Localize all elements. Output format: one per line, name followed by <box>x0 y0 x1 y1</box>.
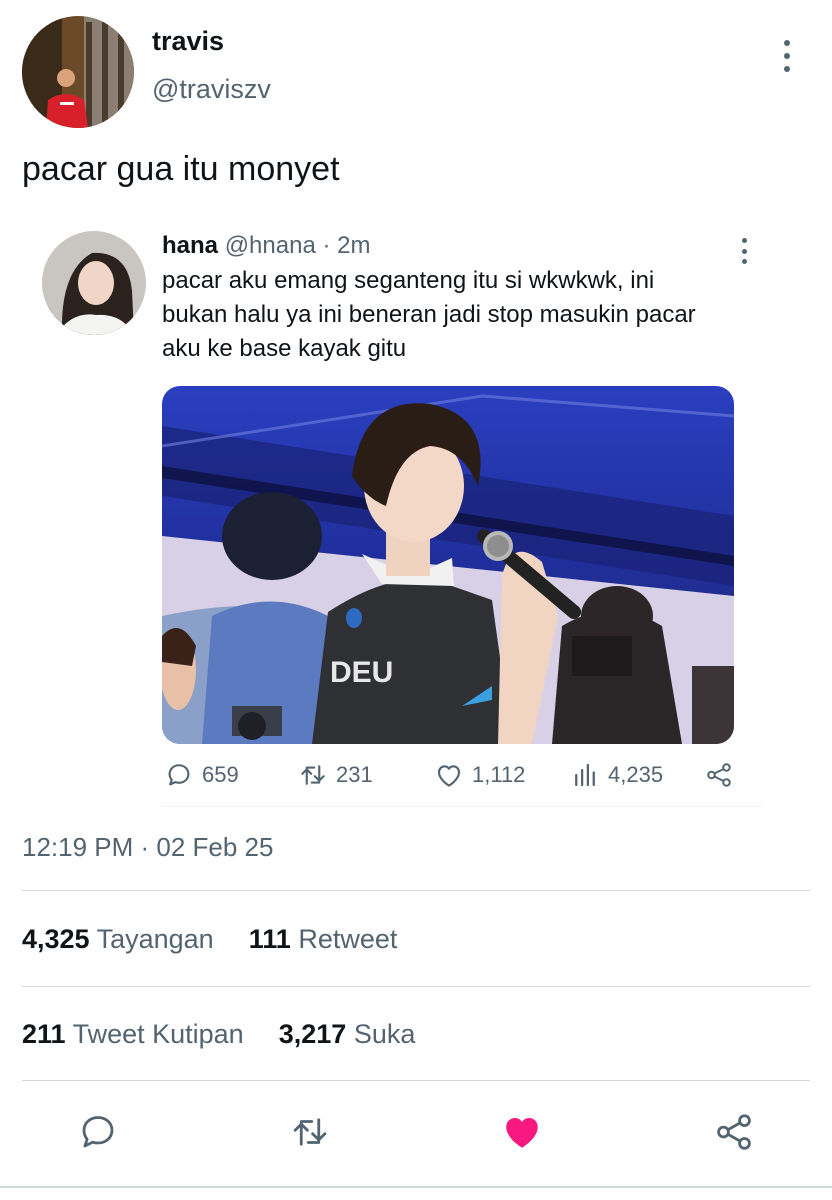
quoted-action-bar: 659 231 1,112 4,235 <box>162 760 752 794</box>
quoted-reply-count: 659 <box>202 762 239 787</box>
reply-button[interactable] <box>74 1108 122 1156</box>
quoted-handle-time[interactable]: @hnana · 2m <box>225 232 371 259</box>
author-display-name[interactable]: travis <box>152 26 224 57</box>
views-stat[interactable]: 4,325 Tayangan <box>22 924 214 954</box>
retweet-button[interactable] <box>286 1108 334 1156</box>
quoted-views-button[interactable]: 4,235 <box>570 760 663 790</box>
retweets-stat[interactable]: 111 Retweet <box>249 924 398 954</box>
quotes-count: 211 <box>22 1019 66 1049</box>
divider <box>22 890 810 891</box>
share-icon <box>717 1114 751 1150</box>
quoted-media-image[interactable]: DEU <box>162 386 734 744</box>
quoted-text-line: pacar aku emang seganteng itu si wkwkwk,… <box>162 267 655 294</box>
quoted-like-count: 1,112 <box>472 762 526 787</box>
quoted-divider <box>162 806 762 807</box>
quoted-tweet[interactable]: hana @hnana · 2m pacar aku emang segante… <box>42 226 762 808</box>
stats-row-1: 4,325 Tayangan 111 Retweet <box>22 924 397 955</box>
quoted-header: hana @hnana · 2m <box>162 232 370 260</box>
share-button[interactable] <box>710 1108 758 1156</box>
tweet-header: travis @traviszv <box>0 0 832 140</box>
reply-icon <box>168 764 190 786</box>
author-handle[interactable]: @traviszv <box>152 74 271 105</box>
quoted-retweet-count: 231 <box>336 762 373 787</box>
like-button[interactable] <box>498 1108 546 1156</box>
quoted-views-count: 4,235 <box>608 762 664 787</box>
quoted-share-button[interactable] <box>704 760 734 790</box>
tweet-timestamp[interactable]: 12:19 PM · 02 Feb 25 <box>22 832 273 863</box>
more-vertical-icon[interactable] <box>732 236 756 266</box>
quoted-retweet-button[interactable]: 231 <box>298 760 373 790</box>
share-icon <box>707 763 731 787</box>
likes-stat[interactable]: 3,217 Suka <box>279 1019 416 1049</box>
retweet-icon <box>301 765 325 785</box>
retweets-label: Retweet <box>298 924 398 954</box>
likes-count: 3,217 <box>278 1019 347 1049</box>
views-label: Tayangan <box>96 924 214 954</box>
quoted-like-button[interactable]: 1,112 <box>434 760 525 790</box>
reply-icon <box>82 1116 114 1148</box>
stats-row-2: 211 Tweet Kutipan 3,217 Suka <box>22 1019 415 1050</box>
quoted-text-line: bukan halu ya ini beneran jadi stop masu… <box>162 301 696 328</box>
heart-icon <box>506 1118 538 1148</box>
divider <box>22 1080 810 1081</box>
tweet-action-bar <box>0 1108 832 1158</box>
quoted-author-avatar[interactable] <box>42 231 146 335</box>
quoted-text-line: aku ke base kayak gitu <box>162 335 407 362</box>
tweet-text: pacar gua itu monyet <box>22 150 340 188</box>
jersey-text: DEU <box>330 656 393 689</box>
retweet-icon <box>293 1118 327 1146</box>
bottom-divider <box>0 1186 832 1188</box>
views-count: 4,325 <box>22 924 90 954</box>
divider <box>22 986 810 987</box>
quoted-text: pacar aku emang seganteng itu si wkwkwk,… <box>162 264 752 366</box>
heart-icon <box>437 765 461 787</box>
quotes-label: Tweet Kutipan <box>72 1019 244 1049</box>
quoted-display-name[interactable]: hana <box>162 232 218 259</box>
likes-label: Suka <box>353 1019 416 1049</box>
quoted-reply-button[interactable]: 659 <box>164 760 239 790</box>
author-avatar[interactable] <box>22 16 134 128</box>
views-icon <box>575 763 595 787</box>
quotes-stat[interactable]: 211 Tweet Kutipan <box>22 1019 244 1049</box>
retweets-count: 111 <box>248 924 291 954</box>
more-vertical-icon[interactable] <box>772 36 802 76</box>
